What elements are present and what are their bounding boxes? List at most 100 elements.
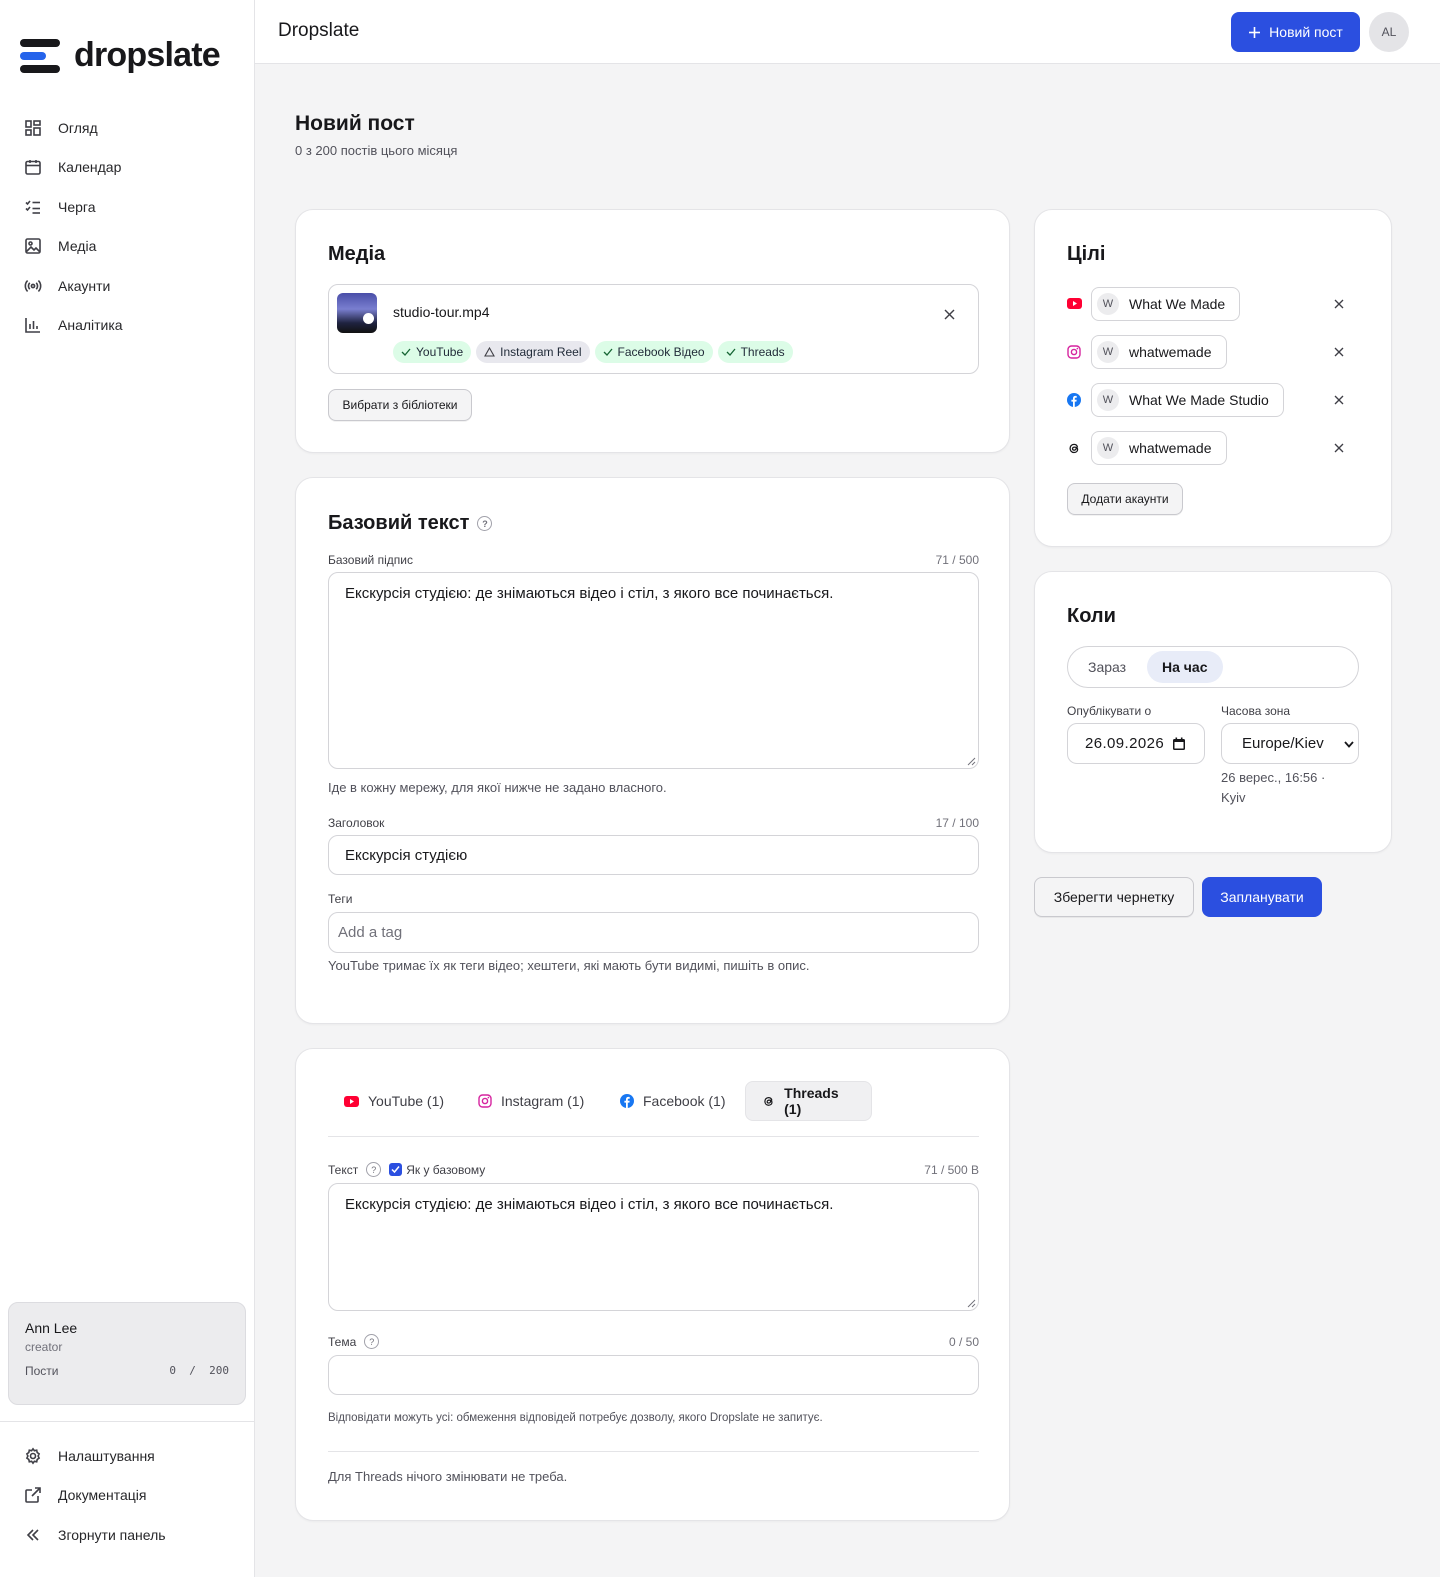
base-text-card: Базовий текст ? Базовий підпис 71 / 500 … bbox=[295, 477, 1010, 1024]
topic-input[interactable] bbox=[328, 1355, 979, 1395]
targets-title: Цілі bbox=[1067, 243, 1106, 265]
account-avatar: W bbox=[1097, 389, 1119, 411]
add-accounts-button[interactable]: Додати акаунти bbox=[1067, 483, 1183, 515]
caption-counter: 71 / 500 bbox=[935, 553, 979, 567]
facebook-icon bbox=[1067, 393, 1081, 407]
help-icon[interactable]: ? bbox=[477, 516, 493, 531]
target-account-pill[interactable]: W whatwemade bbox=[1091, 431, 1227, 465]
divider bbox=[328, 1451, 979, 1452]
schedule-title: Коли bbox=[1067, 605, 1116, 627]
timezone-select[interactable]: Europe/Kiev bbox=[1221, 723, 1359, 764]
sidebar-item-label: Згорнути панель bbox=[58, 1526, 166, 1543]
publish-at-label: Опублікувати о bbox=[1067, 704, 1152, 718]
help-icon[interactable]: ? bbox=[366, 1162, 382, 1177]
resize-handle-icon[interactable] bbox=[966, 756, 976, 766]
tab-youtube[interactable]: YouTube (1) bbox=[328, 1081, 460, 1121]
sidebar-item-label: Документація bbox=[58, 1487, 147, 1504]
sidebar-item-queue[interactable]: Черга bbox=[16, 187, 238, 227]
save-draft-button[interactable]: Зберегти чернетку bbox=[1034, 877, 1194, 917]
media-thumbnail[interactable] bbox=[337, 293, 377, 333]
remove-target-button[interactable] bbox=[1331, 344, 1347, 360]
remove-target-button[interactable] bbox=[1331, 296, 1347, 312]
sidebar-item-docs[interactable]: Документація bbox=[16, 1476, 238, 1516]
mode-option-now[interactable]: Зараз bbox=[1072, 651, 1142, 683]
tab-instagram[interactable]: Instagram (1) bbox=[462, 1081, 600, 1121]
media-file-item: studio-tour.mp4 YouTube Instagram Reel F… bbox=[328, 284, 979, 374]
help-icon[interactable]: ? bbox=[364, 1334, 380, 1349]
gear-icon bbox=[25, 1447, 41, 1465]
queue-list-icon bbox=[25, 200, 40, 214]
sidebar-item-label: Медіа bbox=[58, 238, 97, 255]
sidebar-item-calendar[interactable]: Календар bbox=[16, 148, 238, 188]
remove-media-button[interactable] bbox=[939, 304, 959, 324]
tab-facebook[interactable]: Facebook (1) bbox=[604, 1081, 741, 1121]
check-icon bbox=[726, 348, 736, 356]
tab-threads[interactable]: Threads (1) bbox=[745, 1081, 872, 1121]
sidebar-item-label: Акаунти bbox=[58, 277, 111, 294]
image-icon bbox=[25, 238, 41, 255]
facebook-icon bbox=[620, 1094, 634, 1108]
brand-name: dropslate bbox=[74, 36, 221, 74]
youtube-icon bbox=[1067, 298, 1082, 309]
tags-label: Теги bbox=[328, 892, 353, 906]
headline-counter: 17 / 100 bbox=[935, 816, 979, 830]
target-row-facebook: W What We Made Studio bbox=[1067, 383, 1359, 417]
sidebar-collapse-button[interactable]: Згорнути панель bbox=[16, 1515, 238, 1555]
compat-chip-youtube: YouTube bbox=[393, 341, 472, 363]
check-icon bbox=[603, 348, 613, 356]
timezone-label: Часова зона bbox=[1221, 704, 1291, 718]
posts-label: Пости bbox=[25, 1364, 59, 1378]
sidebar-item-accounts[interactable]: Акаунти bbox=[16, 266, 238, 306]
caption-label: Базовий підпис bbox=[328, 553, 413, 567]
remove-target-button[interactable] bbox=[1331, 440, 1347, 456]
base-text-heading: Базовий текст ? bbox=[328, 512, 493, 535]
account-avatar: W bbox=[1097, 341, 1119, 363]
compat-chip-facebook: Facebook Відео bbox=[594, 341, 713, 363]
network-text-textarea[interactable]: Екскурсія студією: де знімаються відео і… bbox=[328, 1183, 979, 1311]
grid-icon bbox=[25, 119, 41, 136]
sidebar-footer: Налаштування Документація Згорнути панел… bbox=[0, 1421, 254, 1555]
account-avatar: W bbox=[1097, 293, 1119, 315]
same-as-base-checkbox[interactable] bbox=[389, 1163, 403, 1176]
network-text-counter: 71 / 500 B bbox=[924, 1162, 979, 1177]
user-card[interactable]: Ann Lee creator Пости 0 / 200 bbox=[8, 1302, 246, 1405]
plus-icon bbox=[1249, 26, 1261, 38]
account-avatar: W bbox=[1097, 437, 1119, 459]
avatar[interactable]: AL bbox=[1369, 12, 1409, 52]
target-account-pill[interactable]: W What We Made Studio bbox=[1091, 383, 1284, 417]
compat-chip-threads: Threads bbox=[717, 341, 793, 363]
schedule-button[interactable]: Запланувати bbox=[1202, 877, 1322, 917]
tags-input[interactable]: Add a tag bbox=[328, 912, 979, 953]
close-icon bbox=[1334, 299, 1344, 309]
calendar-icon[interactable] bbox=[1172, 737, 1186, 751]
target-row-instagram: W whatwemade bbox=[1067, 335, 1359, 369]
publish-date-input[interactable]: 26.09.2026 bbox=[1067, 723, 1205, 764]
page-subtitle: 0 з 200 постів цього місяця bbox=[295, 143, 458, 158]
warning-icon bbox=[484, 347, 496, 357]
choose-from-library-button[interactable]: Вибрати з бібліотеки bbox=[328, 389, 472, 421]
schedule-card: Коли Зараз На час Опублікувати о 26.09.2… bbox=[1034, 571, 1392, 853]
new-post-button[interactable]: Новий пост bbox=[1231, 12, 1360, 52]
brand-logo[interactable]: dropslate bbox=[20, 36, 221, 75]
threads-icon bbox=[764, 1097, 773, 1106]
sidebar-item-media[interactable]: Медіа bbox=[16, 227, 238, 267]
sidebar-item-label: Аналітика bbox=[58, 317, 123, 334]
youtube-icon bbox=[344, 1095, 359, 1107]
sidebar-item-analytics[interactable]: Аналітика bbox=[16, 306, 238, 346]
mode-option-scheduled[interactable]: На час bbox=[1147, 651, 1223, 683]
sidebar-item-overview[interactable]: Огляд bbox=[16, 108, 238, 148]
check-icon bbox=[401, 348, 411, 356]
same-as-base-toggle[interactable]: Як у базовому bbox=[389, 1163, 485, 1177]
page-title: Новий пост bbox=[295, 112, 415, 135]
target-account-pill[interactable]: W What We Made bbox=[1091, 287, 1241, 321]
media-file-name: studio-tour.mp4 bbox=[393, 304, 490, 320]
sidebar-item-label: Черга bbox=[58, 198, 96, 215]
sidebar-item-settings[interactable]: Налаштування bbox=[16, 1436, 238, 1476]
caption-textarea[interactable]: Екскурсія студією: де знімаються відео і… bbox=[328, 572, 979, 769]
target-account-pill[interactable]: W whatwemade bbox=[1091, 335, 1227, 369]
resize-handle-icon[interactable] bbox=[966, 1298, 976, 1308]
remove-target-button[interactable] bbox=[1331, 392, 1347, 408]
sidebar-item-label: Календар bbox=[58, 159, 122, 176]
close-icon bbox=[1334, 395, 1344, 405]
headline-input[interactable]: Екскурсія студією bbox=[328, 835, 979, 875]
